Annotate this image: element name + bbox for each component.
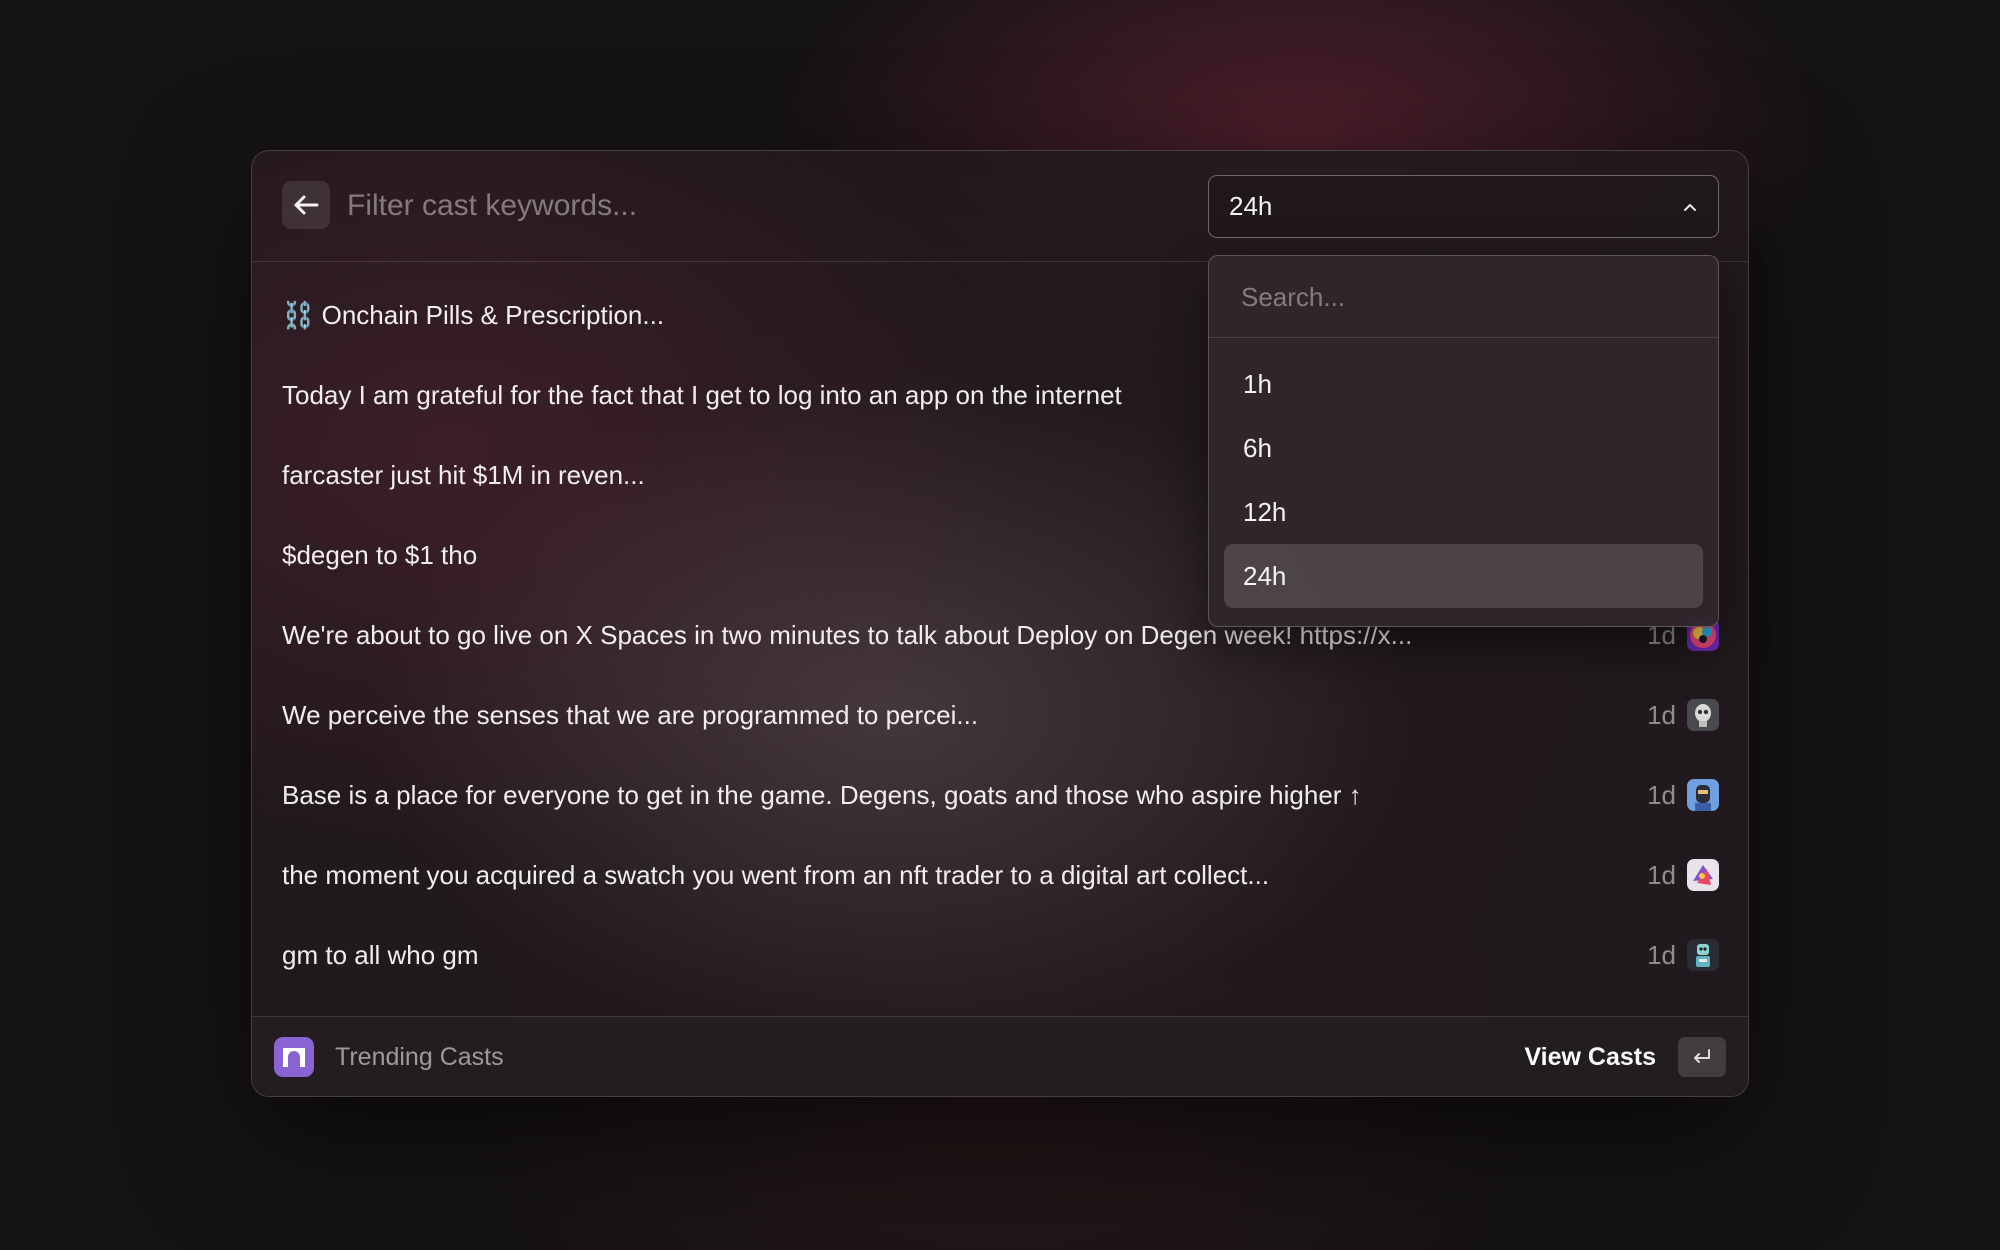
cast-row[interactable]: the moment you acquired a swatch you wen… xyxy=(252,835,1748,915)
filter-input[interactable] xyxy=(347,179,1087,233)
dropdown-search-input[interactable] xyxy=(1241,274,1681,320)
cast-age: 1d xyxy=(1647,700,1676,730)
avatar-robot-icon xyxy=(1687,939,1719,971)
avatar-blue-icon xyxy=(1687,779,1719,811)
cast-row[interactable]: Base is a place for everyone to get in t… xyxy=(252,755,1748,835)
back-button[interactable] xyxy=(282,181,330,229)
cast-text: ⛓️ Onchain Pills & Prescription... xyxy=(282,300,665,330)
option-6h[interactable]: 6h xyxy=(1224,416,1703,480)
trending-casts-window: 24h ⛓️ Onchain Pills & Prescription... T… xyxy=(251,150,1749,1097)
enter-key-icon[interactable] xyxy=(1678,1037,1726,1077)
cast-age: 1d xyxy=(1647,940,1676,970)
cast-text: farcaster just hit $1M in reven... xyxy=(282,460,645,490)
cast-row[interactable]: We perceive the senses that we are progr… xyxy=(252,675,1748,755)
time-range-dropdown: 1h 6h 12h 24h xyxy=(1208,255,1719,627)
cast-text: Today I am grateful for the fact that I … xyxy=(282,380,1122,410)
cast-age: 1d xyxy=(1647,780,1676,810)
option-12h[interactable]: 12h xyxy=(1224,480,1703,544)
view-casts-button[interactable]: View Casts xyxy=(1524,1017,1656,1097)
footer-action-bar: Trending Casts View Casts xyxy=(252,1016,1748,1096)
cast-text: $degen to $1 tho xyxy=(282,540,478,570)
cast-row[interactable]: gm to all who gm 1d xyxy=(252,915,1748,995)
dropdown-search xyxy=(1209,256,1718,338)
search-bar: 24h xyxy=(252,151,1748,262)
cast-age: 1d xyxy=(1647,860,1676,890)
cast-text: gm to all who gm xyxy=(282,940,479,970)
avatar-skull-icon xyxy=(1687,699,1719,731)
cast-text: Base is a place for everyone to get in t… xyxy=(282,780,1362,810)
time-range-value: 24h xyxy=(1229,191,1273,221)
option-24h[interactable]: 24h xyxy=(1224,544,1703,608)
cast-text: the moment you acquired a swatch you wen… xyxy=(282,860,1270,890)
dropdown-options: 1h 6h 12h 24h xyxy=(1209,352,1718,608)
time-range-select[interactable]: 24h xyxy=(1208,175,1719,238)
option-1h[interactable]: 1h xyxy=(1224,352,1703,416)
chevron-up-icon xyxy=(1684,203,1696,211)
extension-name: Trending Casts xyxy=(335,1043,504,1071)
avatar-art-icon xyxy=(1687,859,1719,891)
cast-text: We perceive the senses that we are progr… xyxy=(282,700,979,730)
arrow-left-icon xyxy=(294,195,319,215)
farcaster-logo-icon xyxy=(274,1037,314,1077)
